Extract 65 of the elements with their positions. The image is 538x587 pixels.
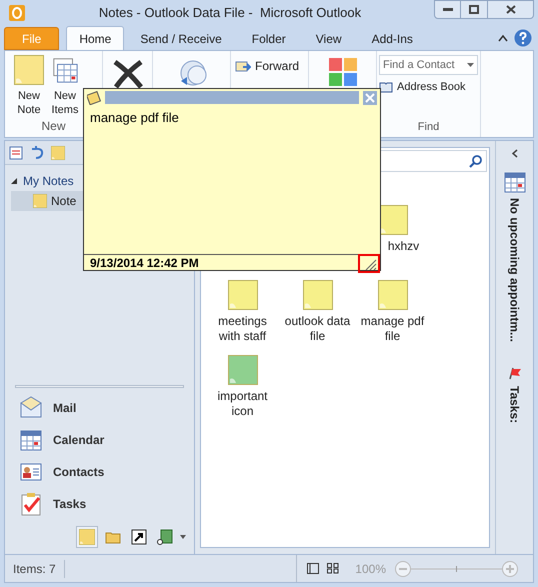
note-icon <box>33 194 47 208</box>
book-icon <box>379 81 393 94</box>
ribbon-tab[interactable]: Add-Ins <box>356 27 428 50</box>
app-logo-icon <box>8 4 26 22</box>
folder-item[interactable]: Note <box>11 191 83 211</box>
navigation-button[interactable]: Calendar <box>5 424 194 456</box>
note-title[interactable]: hxhzv <box>388 239 420 254</box>
note-title[interactable]: manage pdf file <box>356 314 428 344</box>
minimize-button[interactable] <box>434 0 461 19</box>
normal-view-icon[interactable] <box>307 563 320 574</box>
item-count: Items: 7 <box>5 560 65 578</box>
zoom-slider[interactable] <box>394 560 519 578</box>
ribbon-tab[interactable]: Folder <box>236 27 301 50</box>
appointments-label: No upcoming appointm... <box>506 198 522 342</box>
categorize-icon[interactable] <box>328 57 358 87</box>
navigation-button[interactable]: Tasks <box>5 488 194 520</box>
flag-icon <box>508 366 522 380</box>
find-contact-field[interactable]: Find a Contact <box>379 55 478 75</box>
navigation-button[interactable]: Mail <box>5 392 194 424</box>
envelope-icon <box>19 396 43 420</box>
journal-book-icon <box>157 529 173 545</box>
zoom-level: 100% <box>355 560 386 578</box>
maximize-button[interactable] <box>461 0 488 19</box>
note-icon <box>79 529 95 545</box>
delete-x-icon[interactable] <box>112 59 144 89</box>
dropdown-arrow-icon[interactable] <box>180 535 186 539</box>
window-title: Notes - Outlook Data File - Microsoft Outlook <box>98 4 362 22</box>
new-note-button[interactable]: New Note <box>9 55 49 117</box>
dropdown-arrow-icon <box>467 63 474 67</box>
minimize-icon <box>442 8 452 12</box>
navigation-button[interactable]: Contacts <box>5 456 194 488</box>
envelope-arrow-icon <box>235 59 251 73</box>
note-title[interactable]: meetings with staff <box>206 314 278 344</box>
note-pad-icon[interactable] <box>87 90 101 104</box>
forward-button[interactable]: Forward <box>235 57 300 75</box>
note-icon <box>51 146 65 160</box>
ribbon-tab[interactable]: Send / Receive <box>125 27 237 50</box>
expand-triangle-icon <box>11 178 17 184</box>
note-icon <box>14 55 44 85</box>
tasks-label: Tasks: <box>506 386 522 424</box>
address-book-button[interactable]: Address Book <box>379 79 478 96</box>
close-icon <box>365 92 375 102</box>
note-title[interactable]: important icon <box>206 389 278 419</box>
resize-grip-icon[interactable] <box>358 254 380 273</box>
help-icon[interactable] <box>514 29 532 47</box>
ribbon-tab[interactable]: Home <box>66 26 124 50</box>
calendar-icon <box>19 428 43 452</box>
note-timestamp: 9/13/2014 12:42 PM <box>90 254 199 272</box>
send-receive-icon[interactable] <box>9 144 25 160</box>
grid-view-icon[interactable] <box>327 563 340 574</box>
ribbon-tab[interactable]: View <box>300 27 357 50</box>
folder-group-header[interactable]: My Notes <box>11 171 74 191</box>
group-label: Find <box>416 120 440 134</box>
chevron-left-icon[interactable] <box>512 149 518 158</box>
note-text: manage pdf file <box>89 109 180 127</box>
note-title[interactable]: outlook data file <box>282 314 354 344</box>
calendar-icon <box>502 170 526 194</box>
undo-icon[interactable] <box>31 146 45 160</box>
collapse-ribbon-icon[interactable] <box>498 34 508 42</box>
close-button[interactable] <box>488 0 534 19</box>
restore-icon <box>469 5 479 14</box>
search-icon[interactable] <box>469 154 482 168</box>
close-icon <box>506 5 516 14</box>
new-items-button[interactable]: New Items <box>51 55 79 117</box>
clipboard-check-icon <box>19 492 43 516</box>
